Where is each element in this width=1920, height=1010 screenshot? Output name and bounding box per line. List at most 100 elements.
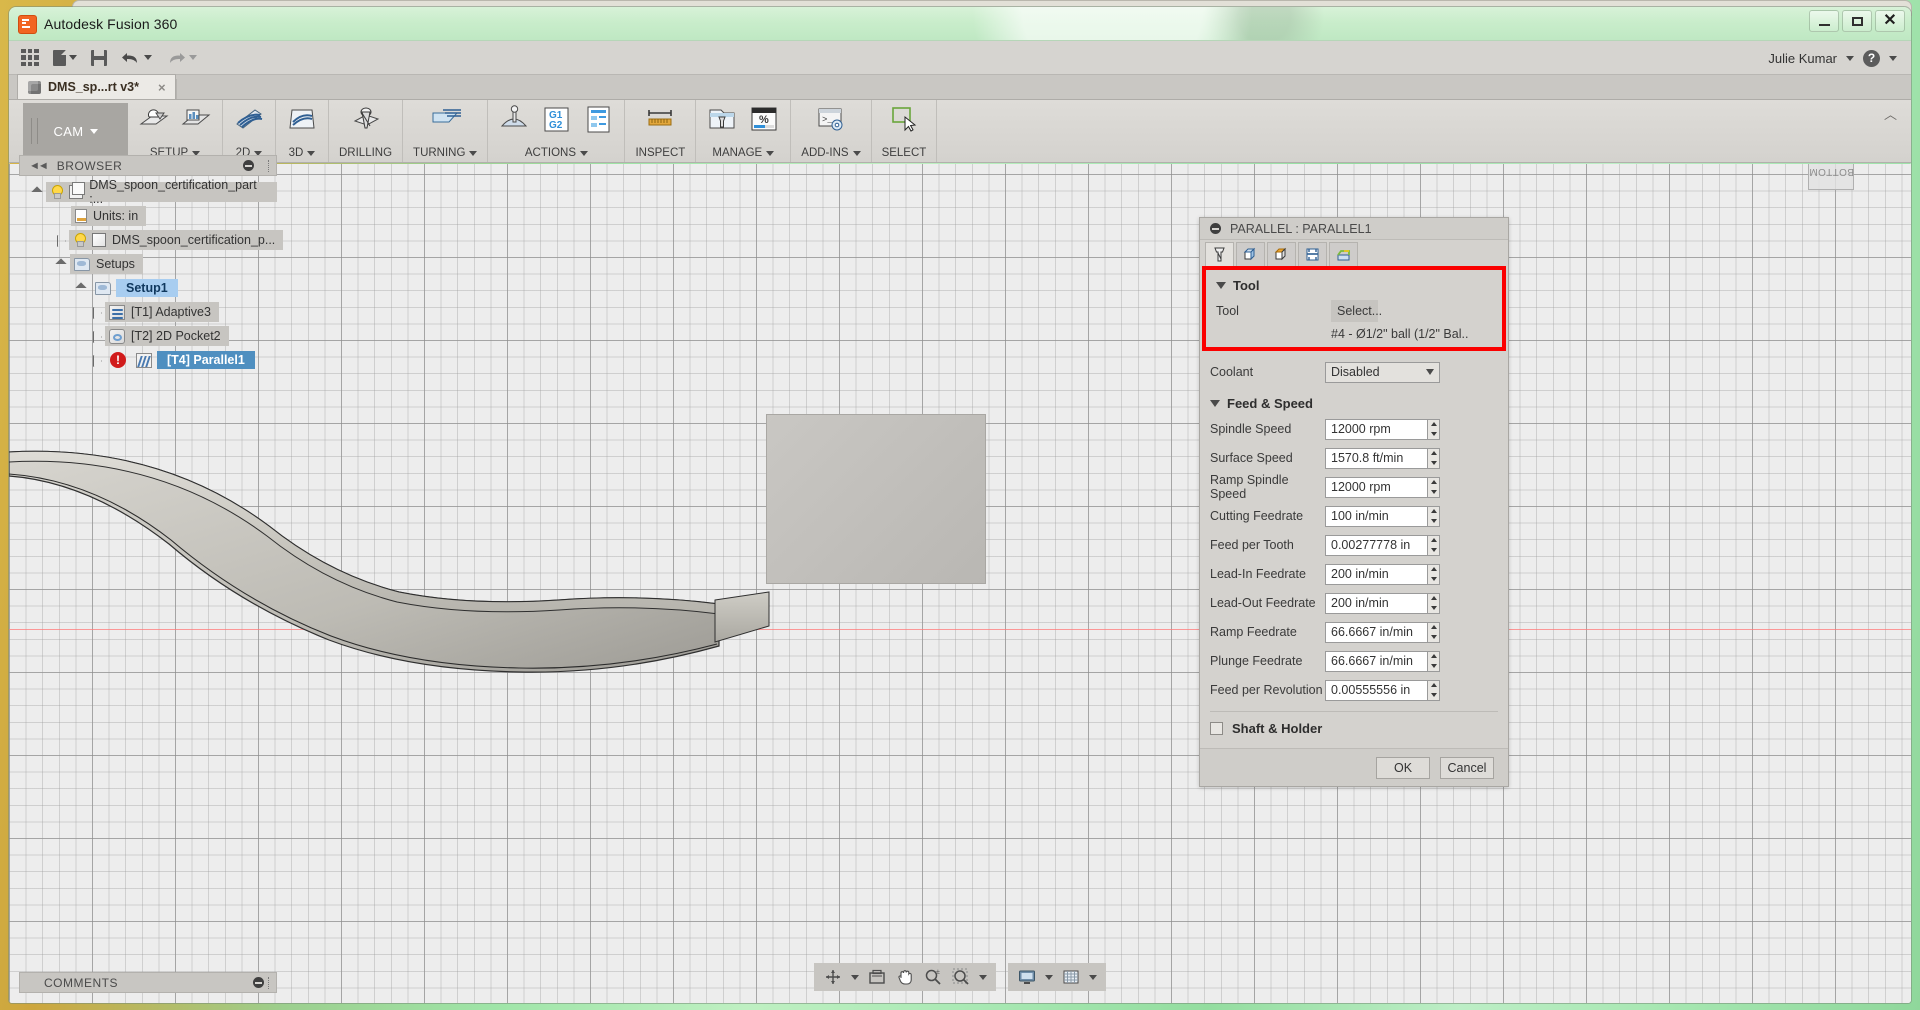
measure-ruler-icon[interactable] [644,104,676,134]
cancel-button[interactable]: Cancel [1440,756,1494,779]
stock-block[interactable] [766,414,986,584]
panel-options-icon[interactable] [253,977,264,988]
plunge-feedrate-input[interactable]: 66.6667 in/min [1325,650,1440,672]
dialog-collapse-icon[interactable] [1210,223,1221,234]
expander-closed-icon[interactable] [93,307,100,317]
tool-select-button[interactable]: Select... [1331,300,1382,322]
close-button[interactable]: ✕ [1875,10,1905,32]
spinner-feed-per-revolution[interactable] [1427,679,1440,701]
tree-item-setups[interactable]: Setups [19,253,277,275]
spinner-lead-in-feedrate[interactable] [1427,563,1440,585]
surface-speed-input[interactable]: 1570.8 ft/min [1325,447,1440,469]
tree-item-body[interactable]: DMS_spoon_certification_p... [19,229,284,251]
user-account-name[interactable]: Julie Kumar [1768,51,1837,66]
ramp-feedrate-input[interactable]: 66.6667 in/min [1325,621,1440,643]
lead-in-feedrate-input[interactable]: 200 in/min [1325,563,1440,585]
orbit-icon[interactable] [823,967,843,987]
visibility-bulb-icon[interactable] [73,233,86,247]
expander-open-icon[interactable] [31,186,43,198]
panel-resize-grip[interactable] [268,976,270,989]
maximize-button[interactable] [1842,10,1872,32]
tool-section-header[interactable]: Tool [1206,273,1502,298]
spindle-speed-input[interactable]: 12000 rpm [1325,418,1440,440]
drilling-icon[interactable] [350,104,382,134]
grid-snaps-icon[interactable] [1061,967,1081,987]
redo-button[interactable] [166,50,197,66]
expander-closed-icon[interactable] [57,235,64,245]
turning-icon[interactable] [429,104,462,134]
chevron-down-icon[interactable] [1089,974,1097,980]
simulate-icon[interactable] [498,104,530,134]
chevron-down-icon[interactable] [307,150,316,156]
toolpath-2d-icon[interactable] [233,104,265,134]
display-settings-icon[interactable] [1017,967,1037,987]
tool-library-icon[interactable] [706,104,738,134]
tree-item-2d-pocket2[interactable]: [T2] 2D Pocket2 [19,325,277,347]
ramp-spindle-speed-input[interactable]: 12000 rpm [1325,476,1440,498]
setup-sheet-icon[interactable] [582,104,614,134]
spinner-ramp-spindle-speed[interactable] [1427,476,1440,498]
pan-hand-icon[interactable] [895,967,915,987]
tree-item-component[interactable]: DMS_spoon_certification_part :... [19,178,277,206]
spinner-spindle-speed[interactable] [1427,418,1440,440]
zoom-magnifier-icon[interactable]: ± [923,967,943,987]
visibility-bulb-icon[interactable] [50,185,63,199]
tree-item-units[interactable]: Units: in [19,205,277,227]
scripts-addins-icon[interactable]: >_ [815,104,847,134]
viewport[interactable]: BOTTOM [9,164,1911,1003]
spinner-ramp-feedrate[interactable] [1427,621,1440,643]
undo-button[interactable] [121,50,152,66]
machining-time-percent-icon[interactable]: % [748,104,780,134]
chevron-down-icon[interactable] [1846,55,1854,61]
spoon-model[interactable] [9,414,789,834]
shaft-holder-checkbox[interactable] [1210,722,1223,735]
tab-heights[interactable] [1267,242,1296,266]
chevron-down-icon[interactable] [851,974,859,980]
feed-per-revolution-input[interactable]: 0.00555556 in [1325,679,1440,701]
tab-tool[interactable] [1205,242,1234,266]
panel-options-icon[interactable] [243,160,254,171]
spinner-lead-out-feedrate[interactable] [1427,592,1440,614]
select-cursor-icon[interactable] [888,104,920,134]
chevron-down-icon[interactable] [1889,55,1897,61]
minimize-button[interactable] [1809,10,1839,32]
save-button[interactable] [91,49,107,66]
tab-linking[interactable] [1329,242,1358,266]
tree-item-setup1[interactable]: Setup1 [19,277,277,299]
show-data-panel-button[interactable] [21,48,39,67]
tab-passes[interactable] [1298,242,1327,266]
fit-view-icon[interactable] [867,967,887,987]
chevron-down-icon[interactable] [580,150,588,156]
spinner-feed-per-tooth[interactable] [1427,534,1440,556]
chevron-down-icon[interactable] [1045,974,1053,980]
chevron-down-icon[interactable] [469,150,478,156]
feed-per-tooth-input[interactable]: 0.00277778 in [1325,534,1440,556]
spinner-plunge-feedrate[interactable] [1427,650,1440,672]
comments-panel-header[interactable]: COMMENTS [19,972,277,993]
chevron-down-icon[interactable] [766,150,775,156]
tree-item-adaptive3[interactable]: [T1] Adaptive3 [19,301,277,323]
feed-speed-section-header[interactable]: Feed & Speed [1200,391,1508,416]
zoom-window-icon[interactable] [951,967,971,987]
cutting-feedrate-input[interactable]: 100 in/min [1325,505,1440,527]
help-question-icon[interactable]: ? [1863,49,1880,67]
toolpath-3d-icon[interactable] [286,104,318,134]
spinner-surface-speed[interactable] [1427,447,1440,469]
view-cube[interactable]: BOTTOM [1808,164,1854,190]
workspace-switcher-cam[interactable]: CAM [23,103,128,159]
setup-new-icon[interactable] [138,104,170,134]
ok-button[interactable]: OK [1376,756,1430,779]
panel-resize-grip[interactable] [268,159,270,172]
expander-open-icon[interactable] [75,282,87,294]
tree-item-parallel1[interactable]: ! [T4] Parallel1 [19,349,277,371]
expander-closed-icon[interactable] [93,331,100,341]
close-icon[interactable]: × [158,80,166,95]
file-menu-button[interactable] [53,49,77,66]
coolant-select[interactable]: Disabled [1325,361,1440,383]
setup-folder-icon[interactable] [180,104,212,134]
chevron-up-icon[interactable]: ︿ [1884,104,1897,123]
expander-closed-icon[interactable] [93,355,100,365]
expander-open-icon[interactable] [55,258,67,270]
lead-out-feedrate-input[interactable]: 200 in/min [1325,592,1440,614]
chevron-down-icon[interactable] [852,150,861,156]
